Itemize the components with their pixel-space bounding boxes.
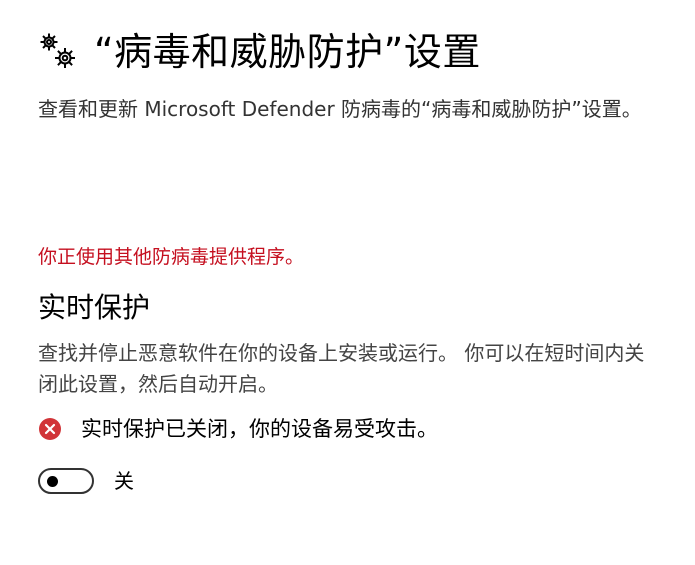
gears-icon [38, 31, 80, 73]
realtime-status-text: 实时保护已关闭，你的设备易受攻击。 [81, 417, 438, 441]
page-title: “病毒和威胁防护”设置 [94, 30, 481, 74]
page-header: “病毒和威胁防护”设置 [38, 26, 481, 78]
provider-warning: 你正使用其他防病毒提供程序。 [38, 246, 305, 268]
realtime-protection-title: 实时保护 [38, 291, 151, 324]
realtime-protection-description: 查找并停止恶意软件在你的设备上安装或运行。 你可以在短时间内关闭此设置，然后自动… [38, 341, 645, 396]
page-description: 查看和更新 Microsoft Defender 防病毒的“病毒和威胁防护”设置… [38, 97, 642, 121]
realtime-toggle-row: 关 [38, 466, 134, 496]
toggle-knob [47, 476, 58, 487]
error-x-circle-icon [39, 418, 61, 440]
realtime-protection-toggle[interactable] [38, 468, 94, 494]
toggle-state-label: 关 [114, 469, 134, 493]
realtime-status: 实时保护已关闭，你的设备易受攻击。 [38, 413, 438, 445]
